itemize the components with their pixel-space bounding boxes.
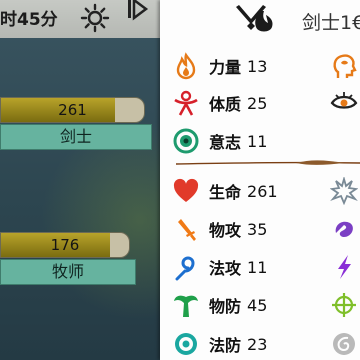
crosshair-icon — [332, 293, 356, 317]
stat-value: 11 — [247, 131, 268, 151]
stat-label: 法攻 — [209, 259, 242, 278]
vortex-icon — [335, 221, 353, 237]
unit-stats-panel: 剑士1€ 力量 13 体质 25 意志 11 生命 261 物攻 35 法攻 1… — [160, 0, 360, 360]
sun-icon[interactable] — [80, 3, 110, 33]
eye-orb-icon — [173, 128, 199, 154]
stat-label: 法防 — [209, 336, 242, 355]
ward-ring-icon — [175, 333, 197, 355]
unit-card-priest[interactable]: 176 牧师 — [0, 232, 152, 292]
stat-value: 25 — [247, 93, 268, 113]
flame-icon — [176, 52, 196, 80]
stat-label: 力量 — [209, 58, 242, 77]
turn-time-text: 时45分 — [0, 10, 58, 30]
sword-icon — [178, 219, 196, 241]
stat-label: 生命 — [209, 183, 242, 202]
class-label: 剑士1€ — [302, 12, 360, 34]
class-emblem-icon — [236, 5, 273, 32]
lightning-icon — [338, 255, 351, 279]
stat-physical-defense: 物防 45 — [172, 291, 267, 319]
stat-label: 物攻 — [209, 221, 242, 240]
magic-swirl-icon — [175, 256, 195, 281]
spiral-icon — [333, 333, 355, 355]
heart-icon — [173, 178, 199, 202]
stat-value: 11 — [247, 257, 268, 277]
stat-value: 13 — [247, 56, 268, 76]
stat-hp: 生命 261 — [172, 177, 278, 205]
top-bar: 时45分 — [0, 0, 160, 38]
figure-icon — [174, 90, 198, 116]
section-divider — [176, 160, 360, 165]
stat-strength: 力量 13 — [172, 52, 267, 80]
stat-value: 35 — [247, 219, 268, 239]
unit-hp-value: 261 — [58, 101, 87, 119]
burst-icon — [330, 177, 358, 205]
fast-forward-icon[interactable] — [126, 0, 156, 26]
eye-icon — [330, 92, 358, 109]
unit-hp-value: 176 — [50, 236, 80, 254]
unit-card-swordsman[interactable]: 261 剑士 — [0, 97, 152, 157]
stat-value: 45 — [247, 295, 268, 315]
stat-label: 物防 — [209, 297, 242, 316]
stat-value: 23 — [247, 334, 268, 354]
stat-magic-defense: 法防 23 — [172, 330, 267, 358]
stat-constitution: 体质 25 — [172, 89, 267, 117]
stat-magic-attack: 法攻 11 — [172, 253, 267, 281]
unit-hp-bar: 176 — [0, 232, 130, 258]
unit-name-label: 剑士 — [0, 124, 152, 150]
stat-physical-attack: 物攻 35 — [172, 215, 267, 243]
stat-label: 意志 — [209, 133, 242, 152]
stat-label: 体质 — [209, 95, 242, 114]
unit-name-label: 牧师 — [0, 259, 136, 285]
unit-hp-bar: 261 — [0, 97, 145, 123]
head-profile-icon — [333, 54, 357, 78]
stat-willpower: 意志 11 — [172, 127, 267, 155]
leaf-shield-icon — [174, 295, 198, 317]
stat-value: 261 — [247, 181, 278, 201]
